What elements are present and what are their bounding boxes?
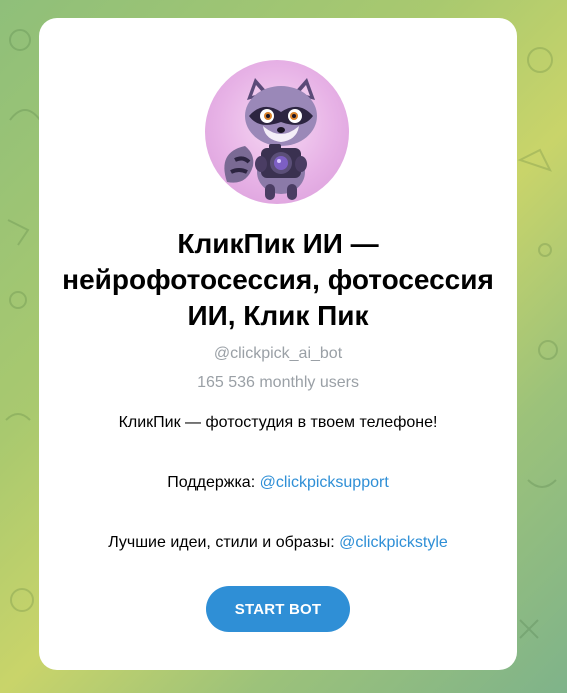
bot-description: КликПик — фотостудия в твоем телефоне! xyxy=(118,414,438,431)
support-label: Поддержка: xyxy=(167,474,260,491)
raccoon-with-camera-icon xyxy=(224,78,317,200)
bot-avatar xyxy=(205,60,349,204)
ideas-label: Лучшие идеи, стили и образы: xyxy=(108,534,340,551)
ideas-line: Лучшие идеи, стили и образы: @clickpicks… xyxy=(49,534,507,552)
support-link[interactable]: @clickpicksupport xyxy=(260,474,389,491)
ideas-link[interactable]: @clickpickstyle xyxy=(339,534,448,551)
start-bot-button[interactable]: START BOT xyxy=(206,586,350,632)
bot-username: @clickpick_ai_bot xyxy=(213,345,343,362)
bot-title: КликПик ИИ — нейрофотосессия, фотосессия… xyxy=(62,228,494,331)
bot-info-card: КликПик ИИ — нейрофотосессия, фотосессия… xyxy=(39,18,517,670)
support-line: Поддержка: @clickpicksupport xyxy=(49,474,507,492)
monthly-users-count: 165 536 monthly users xyxy=(197,374,359,391)
